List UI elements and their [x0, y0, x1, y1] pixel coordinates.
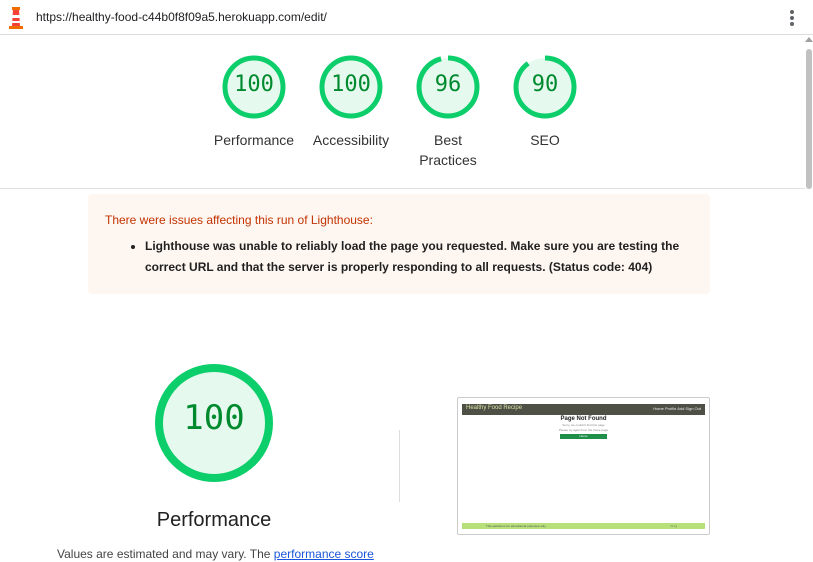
thumb-nav-links: Home Profile Add Sign Out — [653, 406, 701, 411]
final-screenshot-thumbnail[interactable]: Healthy Food Recipe Home Profile Add Sig… — [457, 397, 710, 535]
gauge-label: Best Practices — [419, 132, 477, 168]
scroll-up-arrow-icon[interactable] — [805, 37, 813, 42]
thumb-social-icons: f t i y — [670, 524, 677, 528]
gauge-score: 90 — [531, 72, 559, 97]
thumb-navbar: Healthy Food Recipe Home Profile Add Sig… — [462, 404, 705, 415]
performance-title: Performance — [156, 509, 272, 531]
note-text: Values are estimated and may vary. The — [57, 547, 271, 561]
performance-note: Values are estimated and may vary. The p… — [57, 547, 374, 561]
runtime-warning-box: There were issues affecting this run of … — [88, 194, 710, 294]
gauge-score: 100 — [234, 72, 274, 97]
section-divider — [0, 188, 805, 189]
vertical-divider — [399, 430, 400, 502]
gauge-score: 100 — [331, 72, 371, 97]
performance-gauge-large: 100 — [153, 362, 275, 484]
warning-item: Lighthouse was unable to reliably load t… — [145, 236, 705, 278]
warning-list: Lighthouse was unable to reliably load t… — [128, 236, 705, 278]
thumb-footer: This website is for educational purposes… — [462, 523, 705, 529]
lighthouse-icon — [9, 7, 23, 29]
thumb-heading: Page Not Found — [560, 416, 607, 422]
gauge-best-practices[interactable]: 96 Best Practices — [415, 54, 481, 168]
gauge-label: SEO — [530, 132, 560, 148]
gauge-label: Performance — [213, 132, 295, 148]
thumb-text: Please try again from the home page — [558, 428, 609, 432]
thumb-button: Home — [560, 434, 607, 439]
gauge-label: Accessibility — [312, 132, 390, 148]
report-header: https://healthy-food-c44b0f8f09a5.heroku… — [0, 0, 813, 35]
warning-title: There were issues affecting this run of … — [105, 213, 373, 227]
performance-score-large: 100 — [183, 398, 245, 438]
gauge-performance[interactable]: 100 Performance — [214, 54, 294, 148]
kebab-menu-icon[interactable] — [786, 9, 798, 27]
gauge-score: 96 — [434, 72, 462, 97]
report-url: https://healthy-food-c44b0f8f09a5.heroku… — [36, 10, 327, 24]
scrollbar[interactable] — [805, 35, 813, 562]
scroll-thumb[interactable] — [806, 49, 812, 189]
thumb-footer-text: This website is for educational purposes… — [486, 524, 546, 528]
thumb-text: Sorry, we couldn't find this page — [562, 423, 605, 427]
performance-score-link[interactable]: performance score — [274, 547, 374, 561]
gauge-seo[interactable]: 90 SEO — [512, 54, 578, 148]
gauge-accessibility[interactable]: 100 Accessibility — [313, 54, 389, 148]
thumb-brand: Healthy Food Recipe — [466, 405, 523, 411]
